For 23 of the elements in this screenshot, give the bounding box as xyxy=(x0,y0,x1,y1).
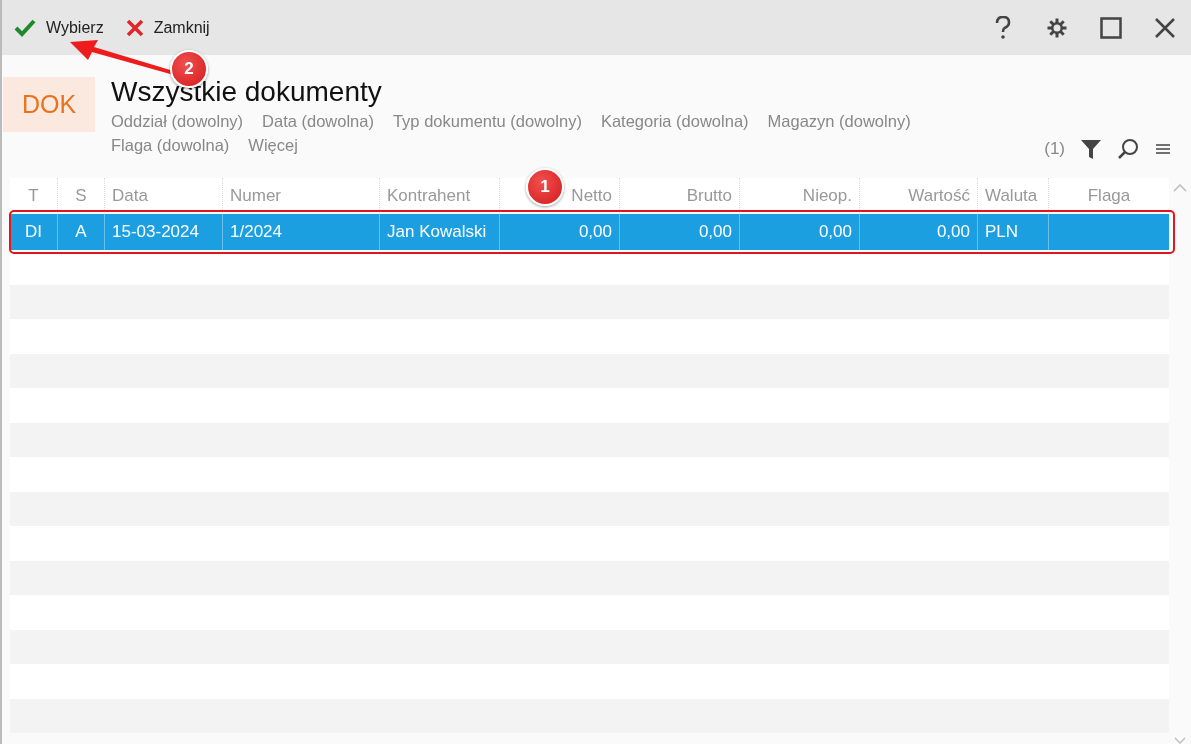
filter-link[interactable]: Kategoria (dowolna) xyxy=(600,109,749,133)
filter-link[interactable]: Data (dowolna) xyxy=(262,109,374,133)
filter-link[interactable]: Flaga (dowolna) xyxy=(111,133,230,157)
menu-icon[interactable] xyxy=(1155,142,1171,156)
filter-link[interactable]: Więcej xyxy=(248,133,298,157)
close-icon xyxy=(1155,17,1175,38)
help-icon xyxy=(995,15,1011,40)
maximize-icon xyxy=(1100,16,1122,39)
select-button[interactable]: Wybierz xyxy=(14,18,116,37)
filter-count: (1) xyxy=(1044,139,1065,159)
filter-icon[interactable] xyxy=(1081,139,1101,159)
settings-icon xyxy=(1046,16,1068,39)
table-row[interactable]: DI A 15-03-2024 1/2024 Jan Kowalski 0,00 0,00 0,00 0,00 PLN xyxy=(10,214,1169,250)
annotation-marker: 1 xyxy=(526,168,564,206)
module-badge: DOK xyxy=(3,77,95,132)
filter-link[interactable]: Magazyn (dowolny) xyxy=(767,109,911,133)
close-button[interactable]: Zamknij xyxy=(125,18,222,37)
filter-link[interactable]: Oddział (dowolny) xyxy=(111,109,244,133)
filter-link[interactable]: Typ dokumentu (dowolny) xyxy=(392,109,582,133)
checkmark-icon xyxy=(14,18,36,37)
column-header[interactable]: Flaga xyxy=(1049,178,1169,214)
close-icon xyxy=(125,18,144,37)
search-icon[interactable] xyxy=(1117,138,1139,160)
